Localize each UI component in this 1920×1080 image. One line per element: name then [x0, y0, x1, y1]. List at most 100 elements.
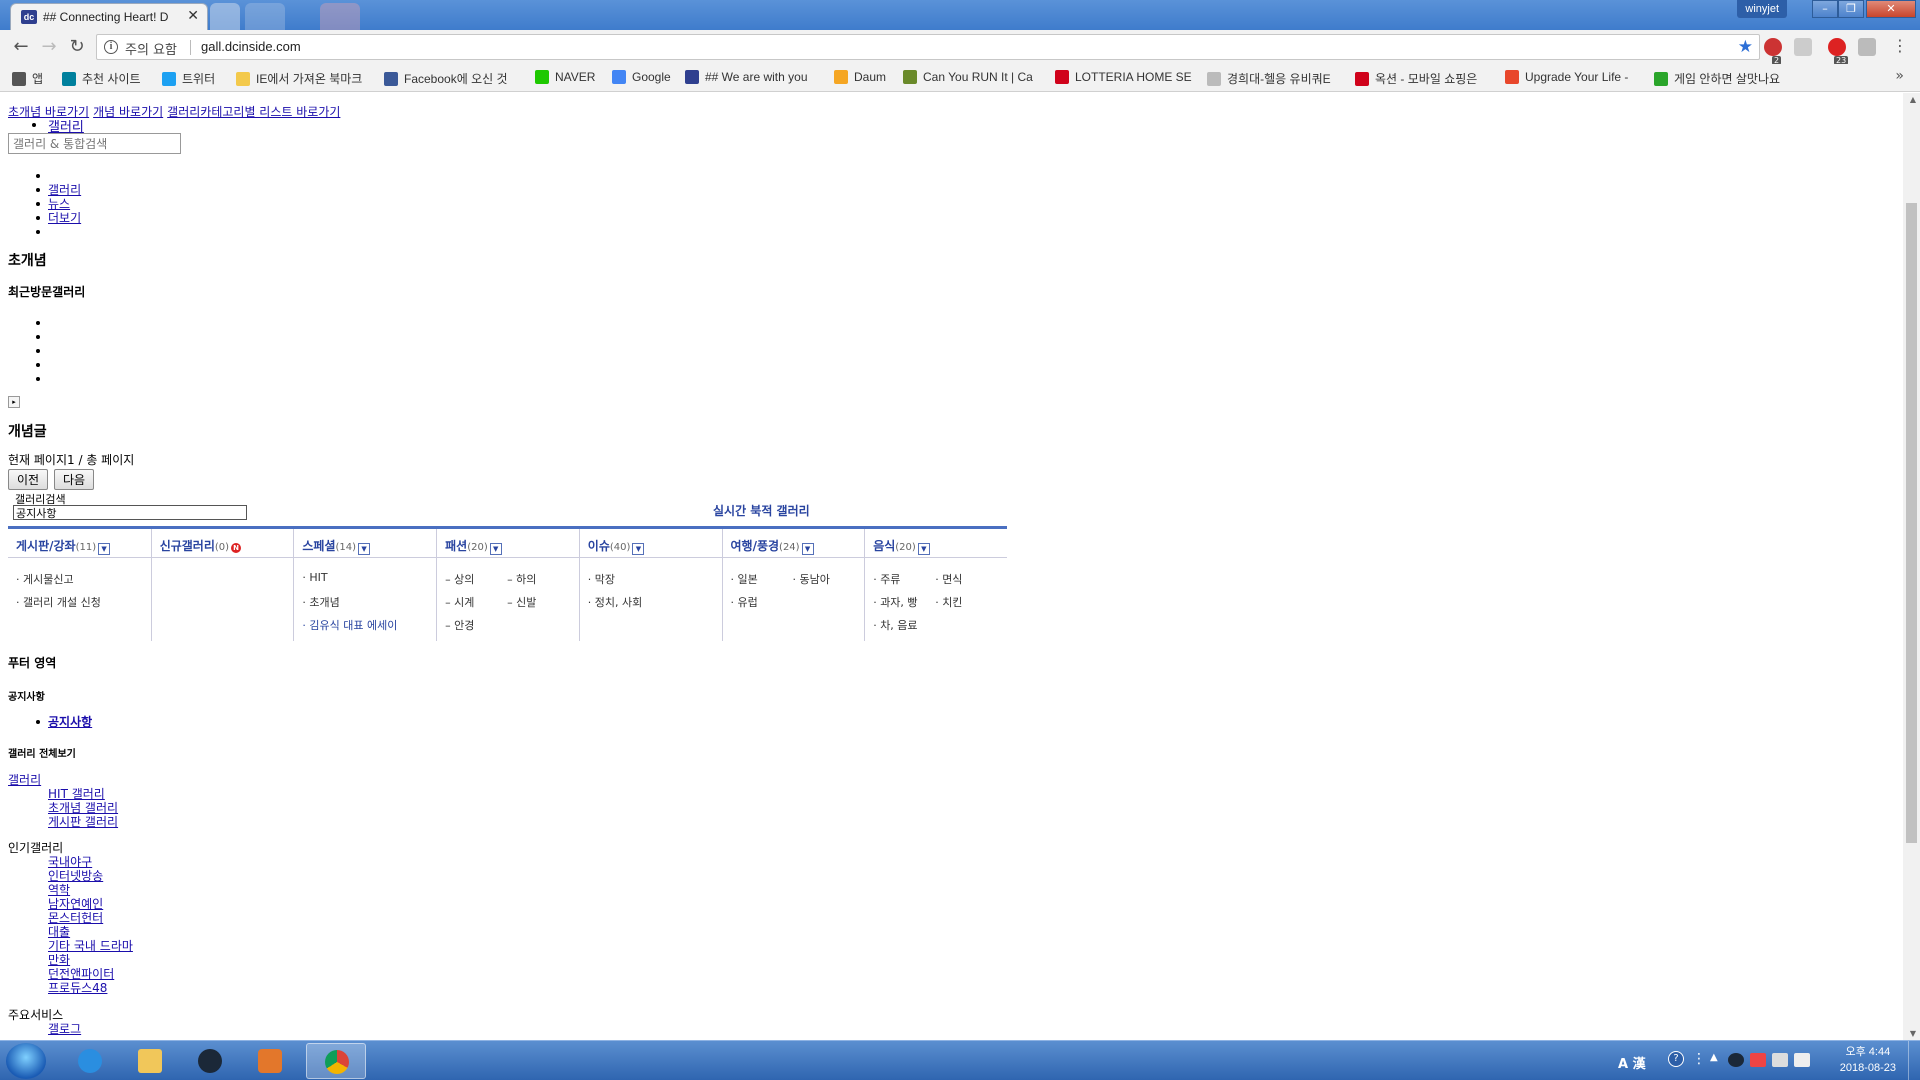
tray-clock[interactable]: 오후 4:44 2018-08-23 — [1840, 1044, 1896, 1076]
next-button[interactable]: 다음 — [54, 469, 95, 490]
category-item[interactable]: – 시계 — [445, 594, 474, 610]
bookmark-item[interactable]: Upgrade Your Life - — [1505, 70, 1628, 86]
category-item[interactable]: · 동남아 — [793, 571, 830, 587]
bookmark-item[interactable]: 경희대-헬응 유비쿼E — [1207, 70, 1331, 86]
category-header[interactable]: 신규갤러리(0) N — [160, 537, 242, 554]
dropdown-toggle-icon[interactable]: ▼ — [358, 543, 371, 555]
extension-info-icon[interactable] — [1858, 38, 1876, 56]
browser-tab-new[interactable] — [210, 3, 240, 30]
page-scrollbar[interactable]: ▲ ▼ — [1903, 93, 1920, 1040]
category-header[interactable]: 음식(20) ▼ — [873, 537, 930, 555]
browser-tab-blurred[interactable] — [245, 3, 285, 30]
skip-link-category-list[interactable]: 갤러리카테고리별 리스트 바로가기 — [167, 105, 340, 119]
category-item[interactable]: · 김유식 대표 에세이 — [302, 617, 397, 633]
category-item[interactable]: · 일본 — [731, 571, 758, 587]
gallery-sub-link[interactable]: 게시판 갤러리 — [48, 813, 118, 830]
maximize-button[interactable]: ❐ — [1838, 0, 1864, 18]
bookmark-item[interactable]: Facebook에 오신 것 — [384, 70, 508, 86]
category-item[interactable]: · 치킨 — [935, 594, 962, 610]
gallery-root-link[interactable]: 갤러리 — [8, 771, 41, 788]
back-arrow-icon[interactable]: ← — [10, 36, 32, 58]
taskbar-steam-button[interactable] — [184, 1043, 236, 1079]
bookmark-item[interactable]: 트위터 — [162, 70, 215, 86]
bookmark-item[interactable]: Google — [612, 70, 671, 86]
info-icon[interactable]: i — [104, 40, 118, 54]
bookmark-item[interactable]: LOTTERIA HOME SE — [1055, 70, 1192, 86]
category-item[interactable]: · HIT — [302, 571, 327, 584]
reload-icon[interactable]: ↻ — [66, 36, 88, 58]
category-item[interactable]: · 유럽 — [731, 594, 758, 610]
taskbar-explorer-button[interactable] — [124, 1043, 176, 1079]
search-input[interactable] — [8, 133, 181, 154]
category-item[interactable]: · 차, 음료 — [873, 617, 917, 633]
tray-flag-icon[interactable] — [1750, 1053, 1766, 1067]
prev-button[interactable]: 이전 — [8, 469, 49, 490]
security-warning[interactable]: 주의 요함 — [125, 39, 177, 58]
bookmark-item[interactable]: ## We are with you — [685, 70, 808, 86]
bookmark-item[interactable]: 게임 안하면 살맛나요 — [1654, 70, 1780, 86]
dropdown-toggle-icon[interactable]: ▼ — [801, 543, 814, 555]
category-item[interactable]: · 게시물신고 — [16, 571, 74, 587]
extension-red-icon[interactable]: 23 — [1828, 38, 1849, 65]
scroll-down-icon[interactable]: ▼ — [1910, 1029, 1916, 1038]
taskbar-ie-button[interactable] — [64, 1043, 116, 1079]
minimize-button[interactable]: – — [1812, 0, 1838, 18]
category-item[interactable]: · 주류 — [873, 571, 900, 587]
taskbar-chrome-button[interactable] — [306, 1043, 366, 1079]
extension-adblock-icon[interactable]: 2 — [1764, 38, 1782, 65]
scroll-up-icon[interactable]: ▲ — [1910, 95, 1916, 104]
category-item[interactable]: – 하의 — [507, 571, 536, 587]
category-header[interactable]: 여행/풍경(24) ▼ — [731, 537, 814, 555]
service-link-gallog[interactable]: 갤로그 — [48, 1020, 81, 1037]
category-item[interactable]: · 면식 — [935, 571, 962, 587]
category-header[interactable]: 게시판/강좌(11) ▼ — [16, 537, 111, 555]
dropdown-toggle-icon[interactable]: ▼ — [917, 543, 930, 555]
category-item[interactable]: · 초개념 — [302, 594, 339, 610]
category-item[interactable]: · 정치, 사회 — [588, 594, 642, 610]
category-item[interactable]: · 막장 — [588, 571, 615, 587]
bookmark-item[interactable]: 앱 — [12, 70, 43, 86]
play-toggle-icon[interactable]: ▸ — [8, 396, 20, 408]
bookmark-star-icon[interactable]: ★ — [1738, 37, 1753, 57]
address-bar[interactable]: i 주의 요함 gall.dcinside.com ★ — [96, 34, 1760, 60]
nav-link-more[interactable]: 더보기 — [48, 209, 81, 226]
category-header[interactable]: 이슈(40) ▼ — [588, 537, 645, 555]
ime-indicator[interactable]: A 漢 — [1618, 1053, 1646, 1072]
taskbar-media-button[interactable] — [244, 1043, 296, 1079]
bookmark-item[interactable]: 추천 사이트 — [62, 70, 141, 86]
tray-volume-icon[interactable] — [1794, 1053, 1810, 1067]
browser-tab-active[interactable]: dc ## Connecting Heart! D ✕ — [10, 3, 208, 30]
extension-gray-icon[interactable] — [1794, 38, 1812, 56]
category-header[interactable]: 스페셜(14) ▼ — [302, 537, 371, 555]
bookmark-item[interactable]: 옥션 - 모바일 쇼핑은 — [1355, 70, 1477, 86]
scroll-thumb[interactable] — [1906, 203, 1917, 843]
category-item[interactable]: · 과자, 빵 — [873, 594, 917, 610]
category-item[interactable]: – 상의 — [445, 571, 474, 587]
skip-link-gaenyeom[interactable]: 개념 바로가기 — [93, 105, 163, 119]
popular-gallery-link[interactable]: 프로듀스48 — [48, 979, 107, 996]
bookmark-item[interactable]: IE에서 가져온 북마크 — [236, 70, 362, 86]
category-header[interactable]: 패션(20) ▼ — [445, 537, 502, 555]
chrome-menu-icon[interactable]: ⋮ — [1892, 36, 1908, 55]
category-item[interactable]: – 안경 — [445, 617, 474, 633]
show-desktop-button[interactable] — [1908, 1041, 1920, 1080]
category-item[interactable]: · 갤러리 개설 신청 — [16, 594, 101, 610]
bookmark-item[interactable]: Can You RUN It | Ca — [903, 70, 1033, 86]
bookmarks-overflow-icon[interactable]: » — [1895, 68, 1904, 84]
tray-menu-icon[interactable]: ⋮ — [1692, 1051, 1706, 1067]
notice-link[interactable]: 공지사항 — [48, 713, 92, 730]
tray-expand-icon[interactable]: ▲ — [1710, 1052, 1718, 1063]
close-window-button[interactable]: ✕ — [1866, 0, 1916, 18]
tray-network-icon[interactable] — [1772, 1053, 1788, 1067]
bookmark-item[interactable]: Daum — [834, 70, 886, 86]
browser-tab-blurred[interactable] — [320, 3, 360, 30]
forward-arrow-icon[interactable]: → — [38, 36, 60, 58]
start-button[interactable] — [6, 1043, 46, 1079]
dropdown-toggle-icon[interactable]: ▼ — [632, 543, 645, 555]
gallery-search-input[interactable] — [13, 505, 247, 520]
tray-steam-icon[interactable] — [1728, 1053, 1744, 1067]
dropdown-toggle-icon[interactable]: ▼ — [98, 543, 111, 555]
bookmark-item[interactable]: NAVER — [535, 70, 595, 86]
realtime-gallery-title[interactable]: 실시간 북적 갤러리 — [713, 502, 810, 519]
url-text[interactable]: gall.dcinside.com — [201, 39, 301, 54]
